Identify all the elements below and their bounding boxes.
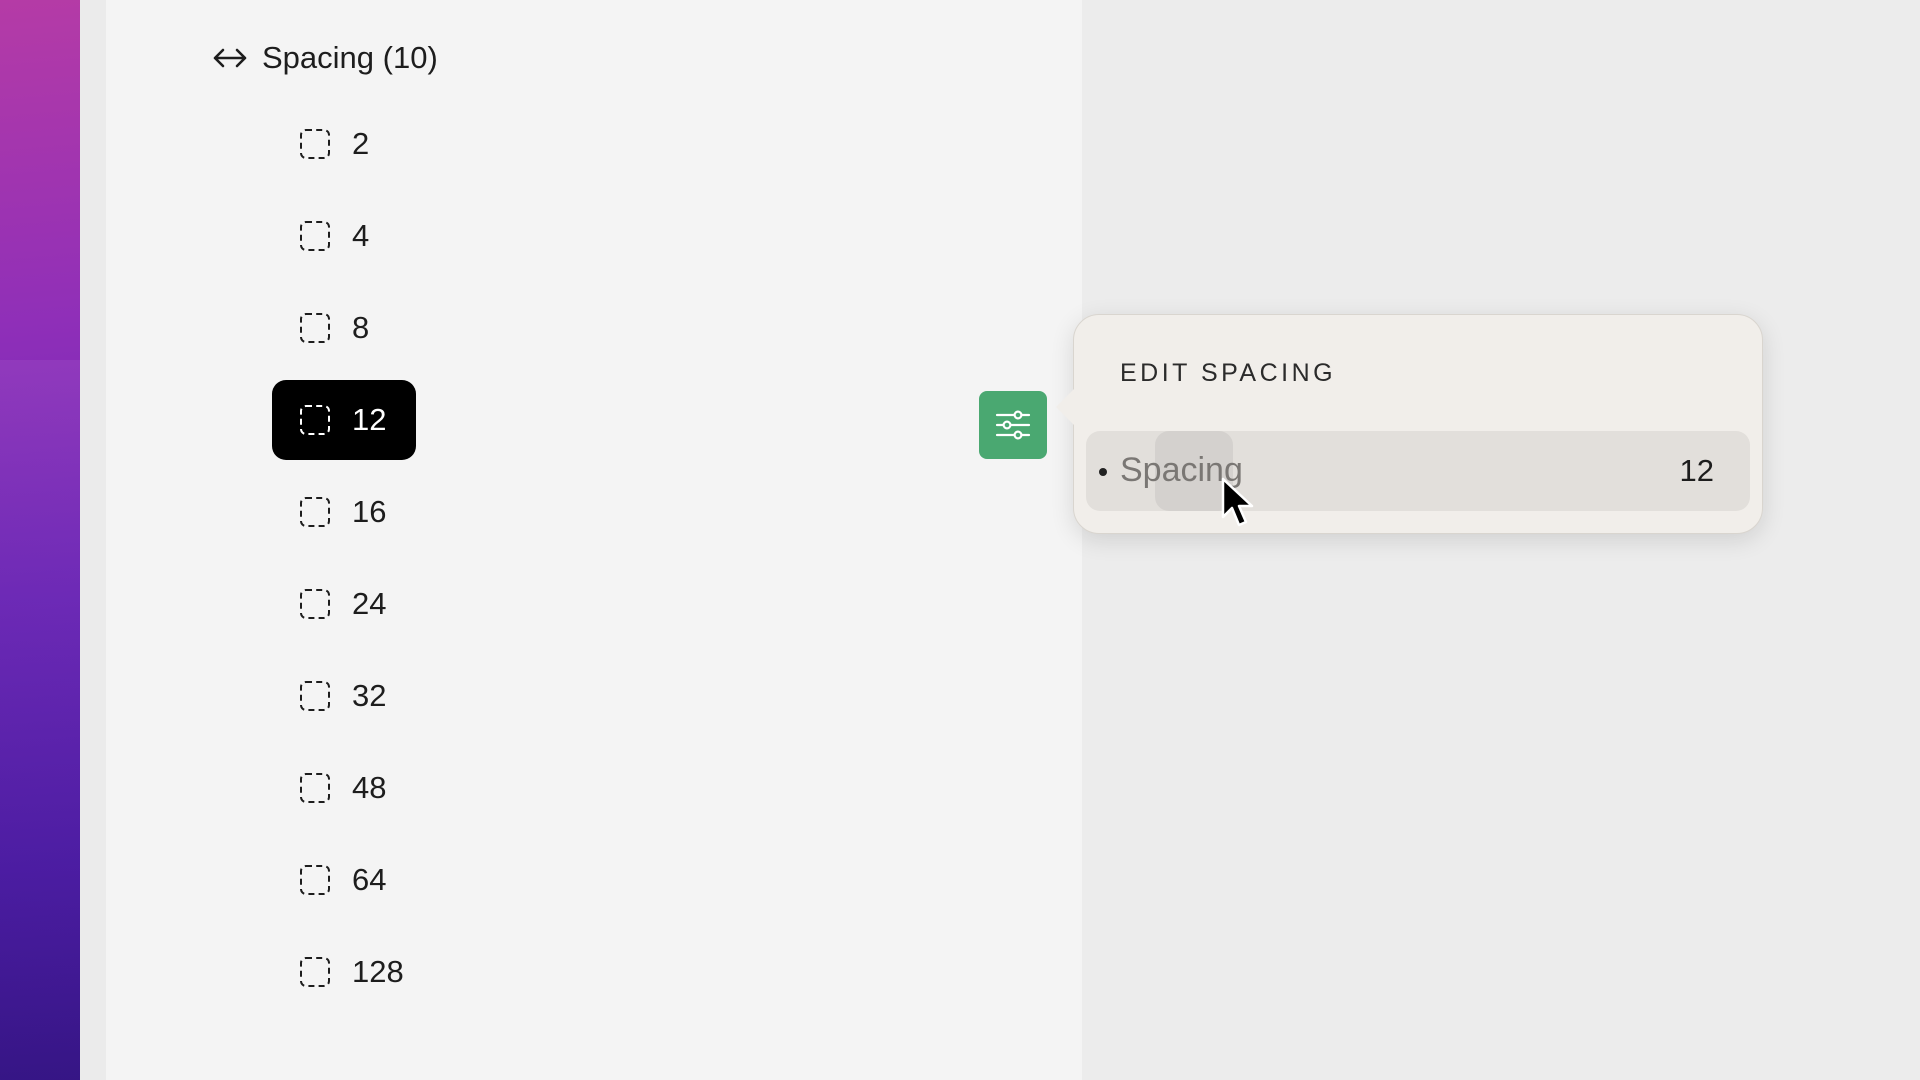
dashed-square-icon <box>300 773 330 803</box>
dashed-square-icon <box>300 681 330 711</box>
token-label: 64 <box>352 862 387 897</box>
popover-title: EDIT SPACING <box>1120 359 1337 387</box>
spacing-group-header[interactable]: Spacing (10) <box>212 36 438 80</box>
spacing-field-row[interactable]: Spacing 12 <box>1086 431 1750 511</box>
spacing-field-value[interactable]: 12 <box>1680 453 1714 489</box>
token-item[interactable]: 48 <box>272 748 416 828</box>
dashed-square-icon <box>300 221 330 251</box>
edit-token-button[interactable] <box>979 391 1047 459</box>
token-label: 4 <box>352 218 370 253</box>
edit-spacing-popover: EDIT SPACING Spacing 12 <box>1056 314 1763 534</box>
token-item[interactable]: 8 <box>272 288 416 368</box>
token-item[interactable]: 128 <box>272 932 416 1012</box>
spacing-token-list: 2 4 8 12 16 24 32 48 64 128 <box>272 104 416 1024</box>
desktop-wallpaper <box>0 0 80 1080</box>
token-label: 24 <box>352 586 387 621</box>
token-label: 16 <box>352 494 387 529</box>
left-right-arrows-icon <box>213 48 247 68</box>
canvas-area <box>1082 0 1920 1080</box>
token-label: 32 <box>352 678 387 713</box>
token-label: 12 <box>352 402 387 437</box>
spacing-field-label: Spacing <box>1120 451 1243 489</box>
token-label: 48 <box>352 770 387 805</box>
dashed-square-icon <box>300 313 330 343</box>
popover-arrow <box>1056 387 1076 427</box>
dashed-square-icon <box>300 497 330 527</box>
dashed-square-icon <box>300 957 330 987</box>
token-item[interactable]: 32 <box>272 656 416 736</box>
dashed-square-icon <box>300 405 330 435</box>
token-item[interactable]: 16 <box>272 472 416 552</box>
dashed-square-icon <box>300 865 330 895</box>
sliders-icon <box>995 410 1031 440</box>
token-item[interactable]: 2 <box>272 104 416 184</box>
token-item[interactable]: 4 <box>272 196 416 276</box>
dashed-square-icon <box>300 129 330 159</box>
token-label: 2 <box>352 126 370 161</box>
token-label: 8 <box>352 310 370 345</box>
spacing-group-label: Spacing (10) <box>262 40 438 75</box>
token-label: 128 <box>352 954 404 989</box>
dashed-square-icon <box>300 589 330 619</box>
bullet-dot <box>1099 468 1107 476</box>
token-item[interactable]: 64 <box>272 840 416 920</box>
token-sidebar <box>106 0 1082 1080</box>
window-edge <box>80 0 106 1080</box>
token-item[interactable]: 24 <box>272 564 416 644</box>
token-item-selected[interactable]: 12 <box>272 380 416 460</box>
